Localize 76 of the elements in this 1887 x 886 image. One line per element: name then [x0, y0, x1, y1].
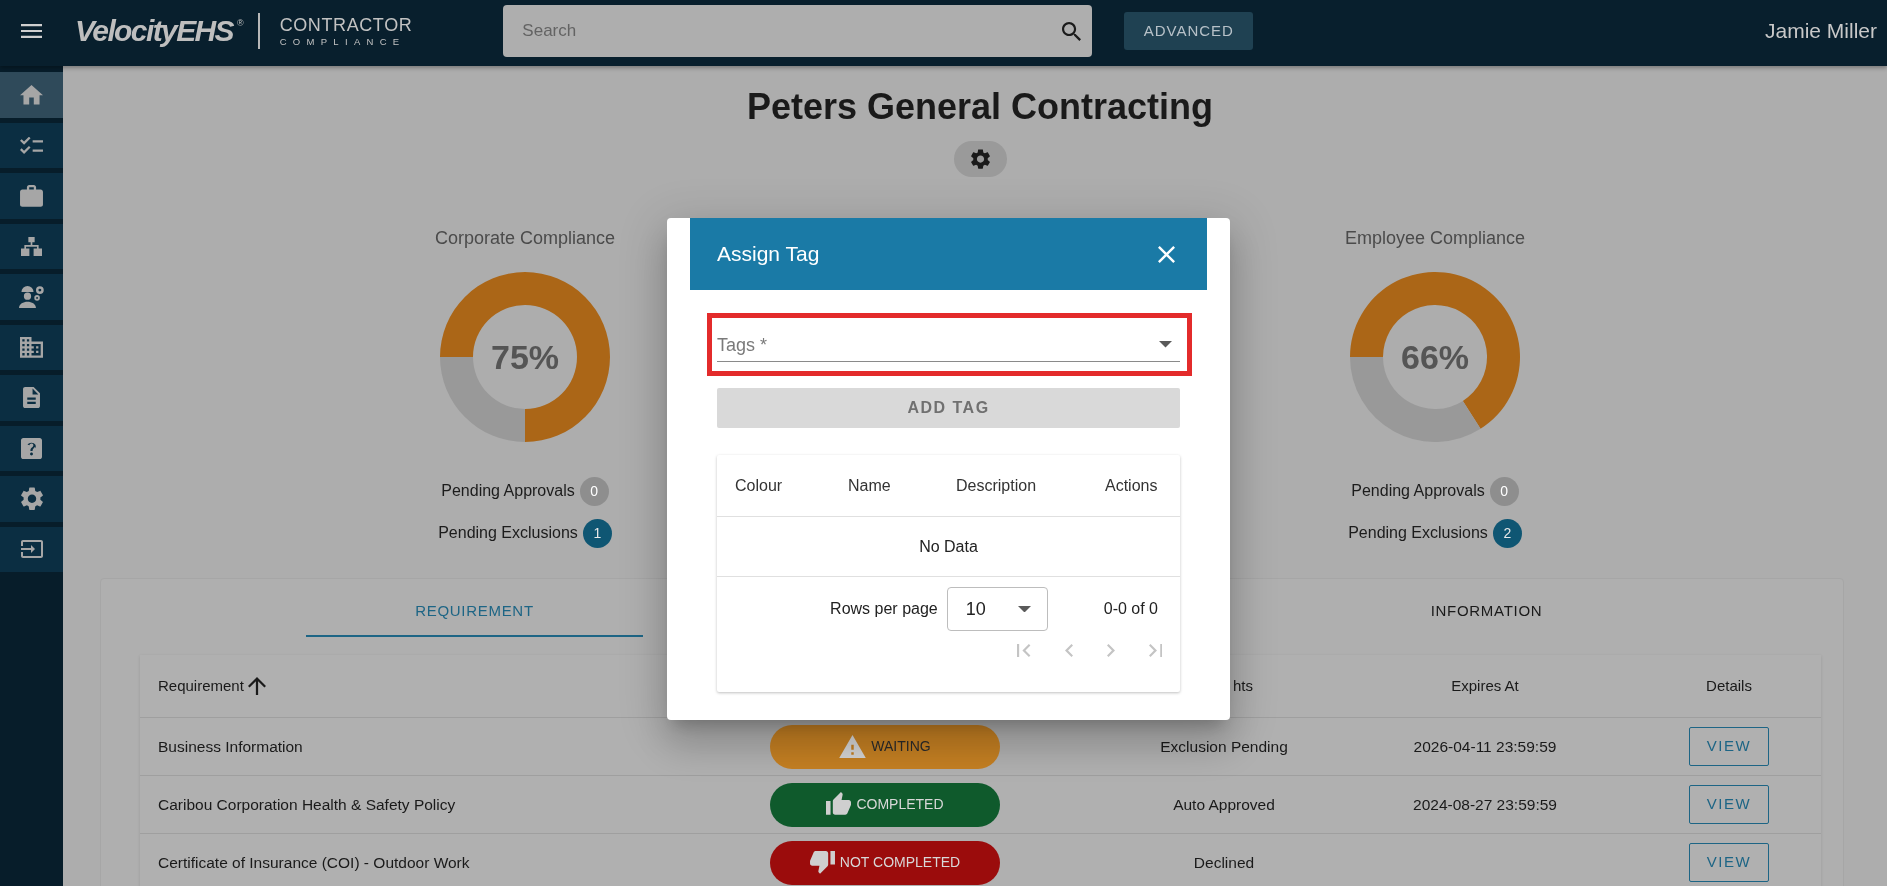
org-chart-icon	[21, 236, 42, 256]
sidebar-item[interactable]	[0, 526, 63, 572]
thumbs-up-icon	[826, 792, 852, 817]
status-label: COMPLETED	[856, 795, 944, 814]
sidebar-item[interactable]	[0, 173, 63, 219]
status-label: WAITING	[871, 737, 931, 756]
requirement-name: Business Information	[158, 736, 303, 757]
advanced-button[interactable]: ADVANCED	[1124, 12, 1254, 50]
empty-message: No Data	[919, 536, 978, 557]
column-header: Name	[848, 475, 891, 496]
page-title: Peters General Contracting	[746, 85, 1214, 128]
brand-logo: VelocityEHS$^{®}$	[75, 16, 244, 46]
column-header[interactable]: Requirement	[158, 674, 244, 698]
compliance-title: Corporate Compliance	[434, 227, 616, 249]
compliance-percent: 75%	[490, 340, 560, 374]
dropdown-caret-icon[interactable]	[1159, 341, 1172, 348]
tags-select[interactable]: Tags *	[717, 322, 1180, 362]
sidebar-item[interactable]	[0, 476, 63, 522]
search-field[interactable]: Search	[503, 5, 1093, 57]
pending-count: 1	[582, 518, 612, 548]
column-header[interactable]: hts	[1233, 674, 1253, 698]
user-name[interactable]: Jamie Miller	[1765, 15, 1877, 47]
column-header: Actions	[1105, 475, 1158, 496]
pending-count: 2	[1492, 518, 1522, 548]
column-header: Description	[956, 475, 1037, 496]
checklist-icon	[20, 136, 43, 154]
sidebar-item[interactable]	[0, 72, 63, 118]
help-icon	[21, 437, 42, 459]
column-header[interactable]: Details	[1706, 674, 1752, 698]
close-icon[interactable]	[1158, 245, 1175, 263]
compliance-percent: 66%	[1400, 340, 1470, 374]
sidebar-item[interactable]	[0, 274, 63, 320]
worker-gear-icon	[19, 285, 44, 308]
sidebar-item[interactable]	[0, 324, 63, 370]
dropdown-caret-icon[interactable]	[1017, 605, 1031, 613]
building-icon	[20, 336, 43, 358]
sign-in-icon	[20, 540, 43, 559]
pending-label: Pending Exclusions	[1348, 523, 1488, 543]
search-icon[interactable]	[1062, 21, 1082, 41]
settings-icon	[970, 148, 990, 170]
page-range: 0-0 of 0	[1103, 599, 1158, 619]
briefcase-icon	[20, 184, 43, 207]
settings-button[interactable]	[953, 141, 1007, 177]
pending-label: Pending Approvals	[441, 481, 575, 501]
column-header[interactable]: Expires At	[1451, 674, 1519, 698]
sidebar-item[interactable]	[0, 375, 63, 421]
pending-count: 0	[1489, 476, 1519, 506]
sort-arrow-icon[interactable]	[247, 677, 266, 695]
product-tagline: COMPLIANCE	[279, 36, 407, 47]
dialog-title: Assign Tag	[717, 241, 820, 268]
pending-label: Pending Approvals	[1351, 481, 1485, 501]
table-cell-text: Exclusion Pending	[1160, 736, 1288, 757]
thumbs-down-icon	[809, 851, 835, 874]
sidebar-item[interactable]	[0, 122, 63, 168]
table-cell-text: Declined	[1193, 852, 1255, 873]
table-cell-text: Auto Approved	[1173, 794, 1275, 815]
home-icon	[20, 85, 43, 105]
requirement-name: Certificate of Insurance (COI) - Outdoor Work	[158, 852, 470, 873]
compliance-title: Employee Compliance	[1344, 227, 1526, 249]
sidebar-item[interactable]	[0, 223, 63, 269]
status-label: NOT COMPLETED	[839, 853, 961, 872]
document-icon	[23, 387, 40, 409]
rows-per-page-label: Rows per page	[830, 599, 938, 619]
product-name: CONTRACTOR	[279, 15, 413, 34]
pending-count: 0	[579, 476, 609, 506]
settings-icon	[20, 487, 43, 511]
expiry-date: 2024-08-27 23:59:59	[1413, 794, 1557, 815]
requirement-name: Caribou Corporation Health & Safety Policy	[158, 794, 456, 815]
menu-icon[interactable]	[21, 24, 42, 38]
tab[interactable]: INFORMATION	[1318, 587, 1655, 637]
column-header: Colour	[735, 475, 783, 496]
rows-per-page-select[interactable]: 10	[946, 587, 1048, 631]
expiry-date: 2026-04-11 23:59:59	[1413, 736, 1557, 757]
sidebar-item[interactable]	[0, 425, 63, 471]
pending-label: Pending Exclusions	[438, 523, 578, 543]
warning-icon	[839, 734, 867, 759]
